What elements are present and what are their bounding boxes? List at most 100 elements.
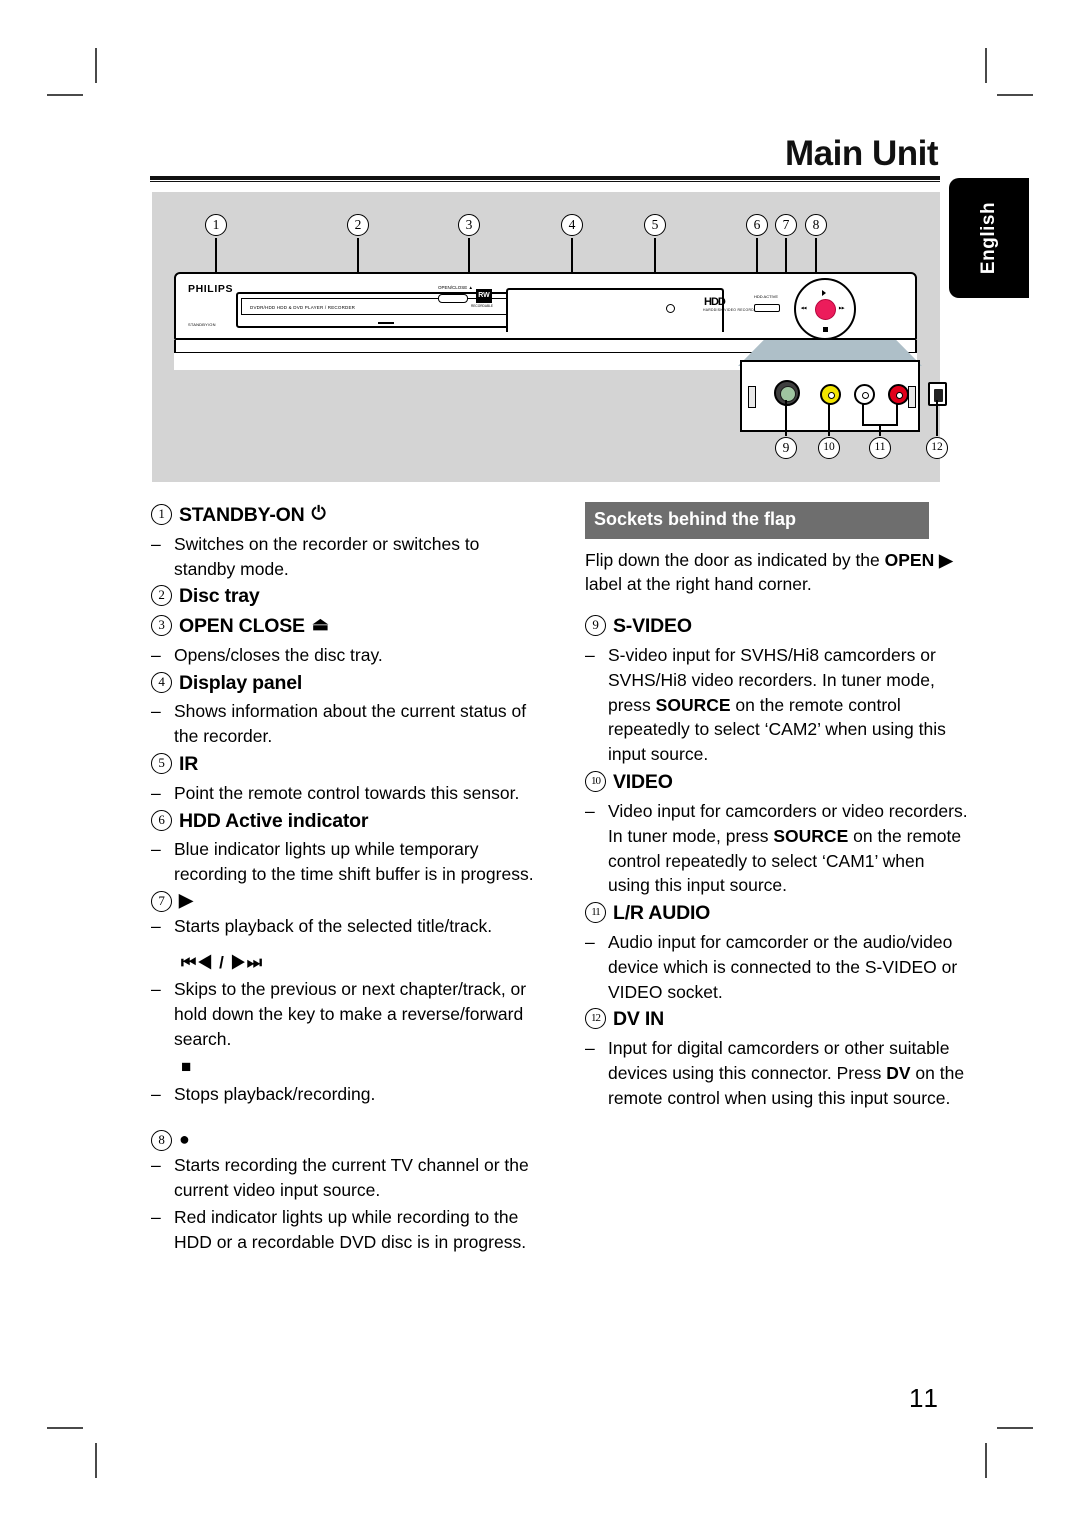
section-number: 6 (151, 809, 172, 831)
s-video-socket[interactable] (774, 380, 800, 406)
callout-9: 9 (775, 437, 797, 459)
sockets-section-header: Sockets behind the flap (585, 502, 929, 539)
bullet-dash: – (151, 978, 161, 999)
rw-logo-caption: RECORDABLE (471, 304, 493, 308)
source-key-bold: SOURCE (773, 825, 849, 846)
header-rule (150, 176, 940, 182)
play-triangle-icon (822, 290, 826, 296)
bullet-dash: – (151, 644, 161, 665)
section-number: 9 (585, 615, 606, 637)
section-number: 2 (151, 585, 172, 607)
callout-8: 8 (805, 214, 827, 236)
crop-mark-bottom-right-vertical (985, 1443, 987, 1478)
bullet-main: Video input for camcorders or video reco… (608, 800, 968, 821)
section-number: 11 (585, 902, 606, 924)
leader-11 (879, 424, 881, 436)
section-video: 10 VIDEO – Video input for camcorders or… (585, 769, 969, 898)
manual-page: Main Unit English 1 2 3 4 5 6 7 8 PHILIP… (0, 0, 1080, 1524)
section-number: 10 (585, 771, 606, 793)
eject-icon: ⏏ (311, 614, 329, 635)
section-standby-on: 1 STANDBY-ON ⏻ – Switches on the recorde… (151, 502, 535, 581)
disc-tray-notch (378, 322, 394, 324)
skip-icons: ⏮◀ / ▶⏭ (181, 952, 264, 972)
left-text-column: 1 STANDBY-ON ⏻ – Switches on the recorde… (151, 502, 535, 1257)
bullet-dash: – (151, 782, 161, 803)
hdd-active-indicator (754, 304, 780, 312)
section-title: OPEN CLOSE (179, 615, 305, 638)
sockets-intro-post: label at the right hand corner. (585, 574, 812, 595)
sockets-intro: Flip down the door as indicated by the O… (585, 548, 969, 598)
section-s-video: 9 S-VIDEO – S-video input for SVHS/Hi8 c… (585, 613, 969, 767)
callout-10: 10 (818, 437, 840, 459)
bullet-text: Skips to the previous or next chapter/tr… (174, 978, 527, 1049)
leader-11a (862, 404, 864, 426)
video-socket-yellow[interactable] (820, 384, 841, 405)
bullet-dash: – (151, 701, 161, 722)
callout-7: 7 (775, 214, 797, 236)
section-number: 1 (151, 504, 172, 525)
section-title: IR (179, 752, 199, 775)
bullet-text: Opens/closes the disc tray. (174, 644, 383, 665)
crop-mark-bottom-left-horizontal (47, 1427, 83, 1429)
bullet-text: Blue indicator lights up while temporary… (174, 839, 534, 885)
section-ir: 5 IR – Point the remote control towards … (151, 751, 535, 806)
section-number: 12 (585, 1008, 606, 1030)
rich-pre: Press (836, 1062, 887, 1083)
socket-panel-right-edge (908, 386, 916, 408)
section-disc-tray: 2 Disc tray (151, 583, 535, 611)
hdd-active-label: HDD ACTIVE (754, 294, 779, 299)
open-close-button[interactable] (438, 294, 468, 303)
callout-11: 11 (869, 437, 891, 459)
section-title: L/R AUDIO (613, 902, 711, 925)
crop-mark-top-left-vertical (95, 48, 97, 83)
section-title: DV IN (613, 1008, 665, 1031)
open-label-bold: OPEN ▶ (884, 549, 953, 570)
bullet-text: Stops playback/recording. (174, 1083, 376, 1104)
callout-1: 1 (205, 214, 227, 236)
page-number: 11 (909, 1383, 940, 1413)
bullet-text: Switches on the recorder or switches to … (174, 533, 480, 579)
bullet-dash: – (585, 644, 595, 665)
power-icon: ⏻ (311, 503, 326, 523)
crop-mark-top-right-vertical (985, 48, 987, 83)
hdd-logo-icon: HDD (704, 296, 726, 308)
leader-12 (936, 400, 938, 436)
section-title: Disc tray (179, 585, 260, 608)
bullet-dash: – (151, 533, 161, 554)
bullet-dash: – (151, 1207, 161, 1228)
stop-icon: ■ (181, 1057, 193, 1077)
section-title: HDD Active indicator (179, 809, 369, 832)
rw-logo-icon: RW (476, 289, 492, 303)
bullet-text: Input for digital camcorders or other su… (608, 1036, 969, 1111)
bullet-text: Starts recording the current TV channel … (174, 1155, 529, 1201)
record-button[interactable] (815, 299, 836, 320)
source-key-bold: SOURCE (655, 694, 731, 715)
bullet-text: S-video input for SVHS/Hi8 camcorders or… (608, 643, 969, 767)
page-title: Main Unit (785, 134, 938, 173)
right-text-column: Sockets behind the flap Flip down the do… (585, 502, 969, 1113)
next-skip-label: ▶▶ (839, 306, 845, 310)
record-icon: ● (179, 1129, 190, 1150)
section-title: Display panel (179, 671, 303, 694)
section-open-close: 3 OPEN CLOSE ⏏ – Opens/closes the disc t… (151, 613, 535, 668)
bullet-dash: – (585, 800, 595, 821)
section-hdd-active-indicator: 6 HDD Active indicator – Blue indicator … (151, 808, 535, 887)
bullet-dash: – (151, 1083, 161, 1104)
language-tab-label: English (978, 201, 999, 275)
dv-key-bold: DV (886, 1062, 911, 1083)
audio-socket-red[interactable] (888, 384, 909, 405)
callout-2: 2 (347, 214, 369, 236)
bullet-dash: – (585, 931, 595, 952)
bullet-dash: – (151, 915, 161, 936)
callout-5: 5 (644, 214, 666, 236)
sockets-intro-pre: Flip down the door as indicated by the (585, 549, 885, 570)
bullet-text: Audio input for camcorder or the audio/v… (608, 931, 958, 1002)
main-unit-diagram: 1 2 3 4 5 6 7 8 PHILIPS STANDBY/ON DVDR/… (152, 192, 948, 482)
audio-socket-white[interactable] (854, 384, 875, 405)
callout-4: 4 (561, 214, 583, 236)
socket-panel-left-edge (748, 386, 756, 408)
section-dv-in: 12 DV IN – Input for digital camcorders … (585, 1006, 969, 1110)
leader-11b (896, 404, 898, 426)
section-number: 5 (151, 752, 172, 774)
section-title: STANDBY-ON (179, 504, 305, 526)
